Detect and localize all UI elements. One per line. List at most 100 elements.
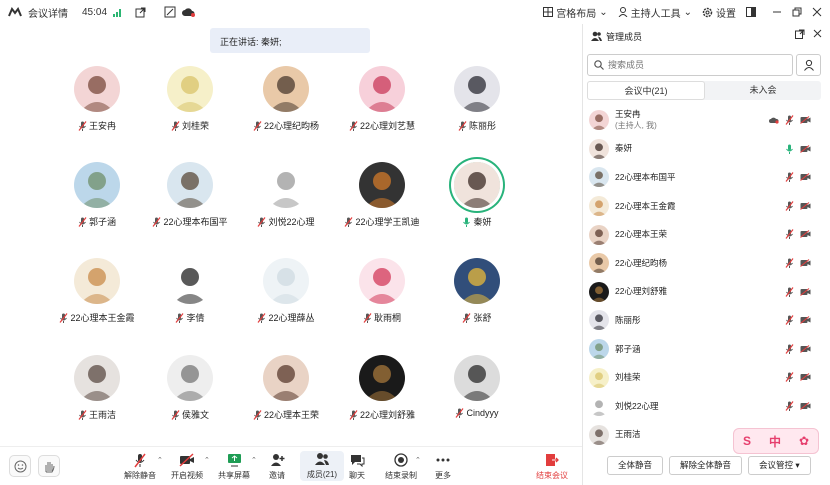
mic-muted-icon — [363, 312, 372, 323]
participant-tile[interactable]: 李倩 — [135, 254, 245, 339]
host-tools-button[interactable]: 主持人工具 ⌄ — [618, 5, 692, 20]
member-row[interactable]: 22心理本王荣 — [583, 220, 830, 249]
camera-off-icon — [800, 344, 811, 353]
member-status-icons — [785, 200, 811, 211]
sidebar-toggle-icon[interactable] — [746, 7, 756, 17]
participant-label: 22心理本王荣 — [231, 408, 341, 421]
chevron-up-icon[interactable]: ⌃ — [415, 456, 421, 464]
participant-tile[interactable]: 陈丽彤 — [422, 62, 532, 147]
member-name-block: 22心理本布国平 — [615, 172, 675, 183]
member-list: 王安冉 (主持人, 我) 秦妍 22心理本布国平 22心理本王金霞 22心理本王… — [583, 106, 830, 449]
member-name: 秦妍 — [615, 143, 633, 154]
panel-footer: 全体静音 解除全体静音 会议管控 ▾ — [583, 450, 830, 485]
popout-icon[interactable] — [795, 29, 805, 41]
grid-icon — [543, 7, 554, 17]
settings-button[interactable]: 设置 — [702, 5, 736, 20]
member-search[interactable] — [587, 54, 793, 76]
participant-tile[interactable]: 张舒 — [422, 254, 532, 339]
more-icon — [436, 458, 450, 462]
participant-name: 刘桂荣 — [181, 121, 209, 131]
share-screen-button[interactable]: 共享屏幕 — [212, 452, 256, 481]
member-row[interactable]: 22心理刘舒雅 — [583, 278, 830, 307]
member-role: (主持人, 我) — [615, 121, 657, 131]
more-button[interactable]: 更多 — [421, 452, 465, 481]
participant-tile[interactable]: 侯雅文 — [135, 351, 245, 436]
mic-muted-icon — [349, 409, 358, 420]
member-row[interactable]: 刘桂荣 — [583, 363, 830, 392]
participant-tile[interactable]: 22心理纪昀杨 — [231, 62, 341, 147]
member-row[interactable]: 22心理本王金霞 — [583, 192, 830, 221]
search-icon — [594, 60, 604, 70]
participant-tile[interactable]: 刘悦22心理 — [231, 158, 341, 243]
participant-tile[interactable]: 秦妍 — [422, 158, 532, 243]
chevron-down-icon: ⌄ — [599, 6, 608, 18]
minimize-icon[interactable] — [772, 7, 782, 17]
participant-tile[interactable]: 22心理薛丛 — [231, 254, 341, 339]
meeting-control-button[interactable]: 会议管控 ▾ — [748, 456, 811, 475]
mic-muted-icon — [134, 453, 146, 467]
panel-title: 管理成员 — [606, 31, 643, 42]
search-input[interactable] — [608, 60, 778, 70]
participant-tile[interactable]: 22心理刘艺慧 — [327, 62, 437, 147]
participant-tile[interactable]: 22心理刘舒雅 — [327, 351, 437, 436]
meeting-info-link[interactable]: 会议详情 — [28, 5, 68, 20]
participant-tile[interactable]: 22心理学王凯迪 — [327, 158, 437, 243]
mic-muted-icon — [785, 372, 794, 383]
emoji-button[interactable] — [9, 455, 31, 477]
unmute-button[interactable]: 解除静音 — [118, 452, 162, 481]
start-video-button[interactable]: 开启视频 — [165, 452, 209, 481]
member-row[interactable]: 刘悦22心理 — [583, 392, 830, 421]
member-row[interactable]: 22心理本布国平 — [583, 163, 830, 192]
chevron-up-icon[interactable]: ⌃ — [204, 456, 210, 464]
member-name-block: 22心理本王金霞 — [615, 201, 675, 212]
avatar — [589, 224, 609, 245]
share-out-icon[interactable] — [135, 7, 146, 18]
unmute-all-button[interactable]: 解除全体静音 — [669, 456, 743, 475]
share-screen-icon — [227, 454, 241, 467]
grid-layout-button[interactable]: 宫格布局 ⌄ — [543, 5, 608, 20]
participant-name: 王雨洁 — [88, 410, 116, 420]
participant-tile[interactable]: Cindyyy — [422, 351, 532, 436]
mic-muted-icon — [60, 312, 68, 323]
member-row[interactable]: 陈丽彤 — [583, 306, 830, 335]
camera-off-icon — [800, 287, 811, 296]
member-row[interactable]: 22心理纪昀杨 — [583, 249, 830, 278]
end-meeting-button[interactable]: 结束会议 — [530, 452, 574, 481]
chevron-up-icon[interactable]: ⌃ — [157, 456, 163, 464]
participant-tile[interactable]: 耿雨桐 — [327, 254, 437, 339]
member-name-block: 陈丽彤 — [615, 315, 641, 326]
mute-all-button[interactable]: 全体静音 — [607, 456, 664, 475]
chat-button[interactable]: 聊天 — [335, 452, 379, 481]
end-recording-label: 结束录制 — [385, 471, 417, 480]
member-row[interactable]: 秦妍 — [583, 135, 830, 164]
participant-label: 李倩 — [135, 311, 245, 324]
participant-tile[interactable]: 22心理本布国平 — [135, 158, 245, 243]
participant-label: 22心理刘舒雅 — [327, 408, 437, 421]
avatar — [359, 66, 405, 112]
participant-tile[interactable]: 22心理本王荣 — [231, 351, 341, 436]
member-name-block: 秦妍 — [615, 143, 632, 154]
camera-off-icon — [800, 402, 811, 410]
restore-icon[interactable] — [792, 7, 802, 17]
member-name: 陈丽彤 — [615, 314, 641, 325]
raise-hand-button[interactable] — [38, 455, 60, 477]
member-row[interactable]: 王安冉 (主持人, 我) — [583, 106, 830, 135]
tab-not-joined[interactable]: 未入会 — [705, 81, 821, 100]
recording-icon[interactable] — [164, 6, 176, 18]
mic-on-icon — [463, 217, 471, 227]
tab-in-meeting[interactable]: 会议中(21) — [587, 81, 705, 100]
member-name: 王安冉 — [615, 109, 641, 120]
mic-muted-icon — [785, 401, 794, 411]
signal-icon — [113, 8, 123, 17]
camera-off-icon — [179, 453, 194, 467]
member-status-icons — [785, 286, 811, 297]
invite-button[interactable]: 邀请 — [255, 452, 299, 481]
member-name-block: 王雨洁 — [615, 429, 641, 440]
member-row[interactable]: 郭子涵 — [583, 335, 830, 364]
close-panel-icon[interactable] — [813, 29, 822, 41]
members-icon — [591, 31, 602, 41]
participant-tile[interactable]: 刘桂荣 — [135, 62, 245, 147]
avatar — [263, 162, 309, 208]
add-member-button[interactable] — [796, 54, 821, 76]
close-icon[interactable] — [812, 7, 822, 17]
